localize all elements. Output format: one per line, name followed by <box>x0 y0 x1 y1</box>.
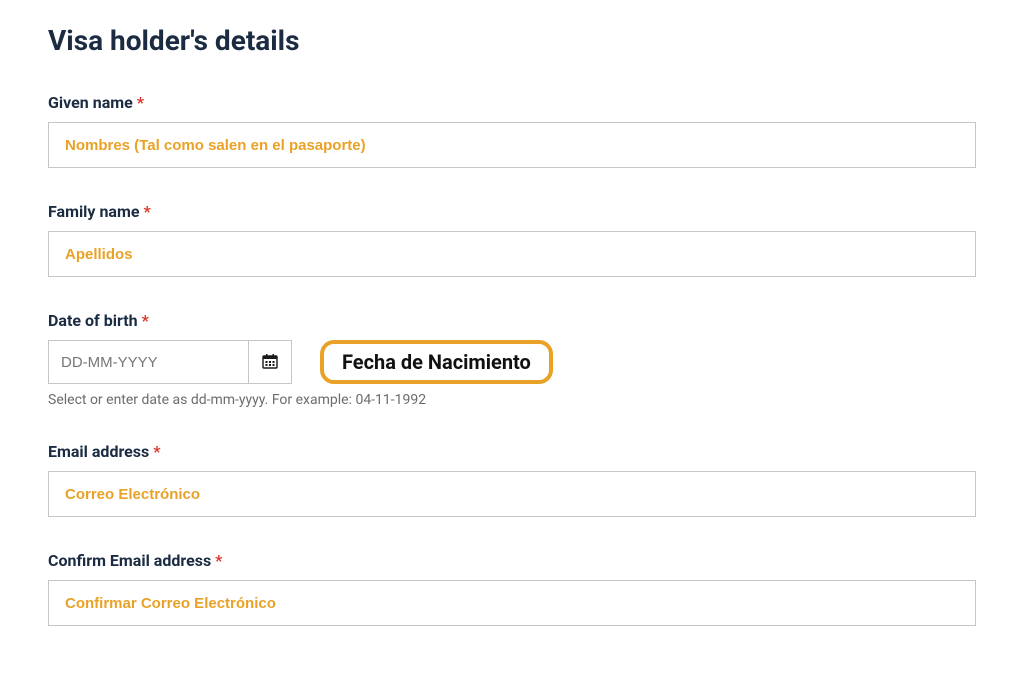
family-name-input[interactable] <box>48 231 976 277</box>
dob-label-text: Date of birth <box>48 311 138 330</box>
confirm-email-group: Confirm Email address * <box>48 551 976 626</box>
required-marker: * <box>143 202 150 221</box>
dob-annotation: Fecha de Nacimiento <box>320 340 553 384</box>
section-title: Visa holder's details <box>48 24 976 57</box>
family-name-label: Family name * <box>48 202 976 221</box>
given-name-input[interactable] <box>48 122 976 168</box>
dob-row: Fecha de Nacimiento <box>48 340 976 384</box>
confirm-email-label-text: Confirm Email address <box>48 551 211 570</box>
given-name-label: Given name * <box>48 93 976 112</box>
required-marker: * <box>215 551 222 570</box>
email-label: Email address * <box>48 442 976 461</box>
required-marker: * <box>137 93 144 112</box>
confirm-email-input[interactable] <box>48 580 976 626</box>
email-input[interactable] <box>48 471 976 517</box>
dob-helper-text: Select or enter date as dd-mm-yyyy. For … <box>48 392 976 408</box>
email-group: Email address * <box>48 442 976 517</box>
dob-input-wrap <box>48 340 292 384</box>
required-marker: * <box>153 442 160 461</box>
given-name-label-text: Given name <box>48 93 133 112</box>
given-name-group: Given name * <box>48 93 976 168</box>
family-name-group: Family name * <box>48 202 976 277</box>
email-label-text: Email address <box>48 442 149 461</box>
calendar-icon <box>262 353 278 372</box>
dob-input[interactable] <box>48 340 248 384</box>
calendar-button[interactable] <box>248 340 292 384</box>
required-marker: * <box>142 311 149 330</box>
dob-label: Date of birth * <box>48 311 976 330</box>
family-name-label-text: Family name <box>48 202 139 221</box>
confirm-email-label: Confirm Email address * <box>48 551 976 570</box>
dob-group: Date of birth * <box>48 311 976 408</box>
